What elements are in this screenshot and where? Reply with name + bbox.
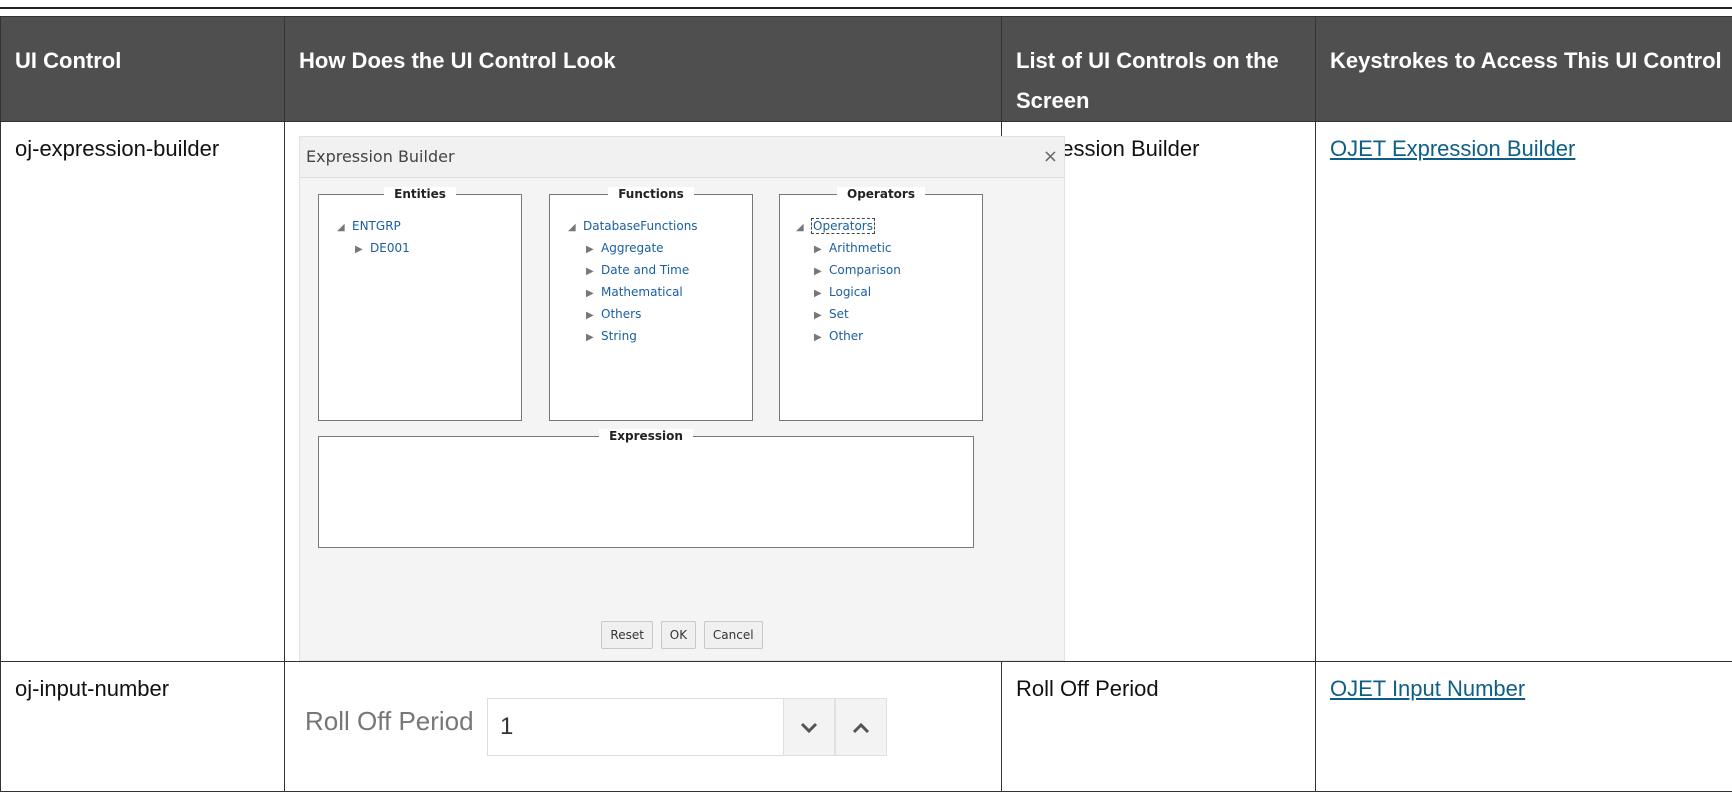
ok-button[interactable]: OK: [661, 621, 696, 649]
tree-node[interactable]: ▶Arithmetic: [778, 237, 901, 259]
cell-control: oj-expression-builder: [1, 122, 285, 662]
cell-list: Roll Off Period: [1002, 662, 1316, 792]
reset-button[interactable]: Reset: [601, 621, 653, 649]
collapse-triangle-icon[interactable]: ◢: [568, 217, 576, 239]
top-rule: [0, 7, 1732, 9]
header-look: How Does the UI Control Look: [285, 17, 1002, 122]
entities-tree: ◢ENTGRP ▶DE001: [319, 215, 410, 259]
cell-keystrokes: OJET Expression Builder: [1316, 122, 1732, 662]
header-keystrokes: Keystrokes to Access This UI Control: [1316, 17, 1732, 122]
operators-legend: Operators: [837, 187, 925, 201]
operators-tree: ◢Operators ▶Arithmetic ▶Comparison ▶Logi…: [778, 215, 901, 347]
chevron-up-icon[interactable]: [835, 698, 887, 756]
dialog-buttons: Reset OK Cancel: [300, 621, 1064, 649]
functions-panel: Functions ◢DatabaseFunctions ▶Aggregate …: [549, 194, 753, 421]
entities-panel: Entities ◢ENTGRP ▶DE001: [318, 194, 522, 421]
tree-node[interactable]: ▶Logical: [778, 281, 901, 303]
functions-legend: Functions: [608, 187, 694, 201]
tree-node[interactable]: ◢ENTGRP: [319, 215, 410, 237]
tree-node[interactable]: ▶Others: [550, 303, 698, 325]
header-row: UI Control How Does the UI Control Look …: [1, 17, 1732, 122]
ojet-expression-builder-link[interactable]: OJET Expression Builder: [1330, 136, 1575, 161]
expand-triangle-icon[interactable]: ▶: [814, 283, 822, 305]
expression-legend: Expression: [599, 429, 693, 443]
tree-node[interactable]: ▶Date and Time: [550, 259, 698, 281]
cell-keystrokes: OJET Input Number: [1316, 662, 1732, 792]
dialog-titlebar: Expression Builder ×: [300, 137, 1064, 178]
expand-triangle-icon[interactable]: ▶: [355, 239, 363, 261]
tree-node[interactable]: ▶String: [550, 325, 698, 347]
expression-panel[interactable]: Expression: [318, 436, 974, 548]
expand-triangle-icon[interactable]: ▶: [814, 327, 822, 349]
expand-triangle-icon[interactable]: ▶: [586, 261, 594, 283]
operators-panel: Operators ◢Operators ▶Arithmetic ▶Compar…: [779, 194, 983, 421]
tree-node[interactable]: ▶Mathematical: [550, 281, 698, 303]
header-ui-control: UI Control: [1, 17, 285, 122]
tree-node[interactable]: ▶Set: [778, 303, 901, 325]
tree-node[interactable]: ▶Other: [778, 325, 901, 347]
ojet-input-number-link[interactable]: OJET Input Number: [1330, 676, 1525, 701]
expand-triangle-icon[interactable]: ▶: [586, 239, 594, 261]
cell-look: Expression Builder × Entities ◢ENTGRP ▶D…: [285, 122, 1002, 662]
entities-legend: Entities: [384, 187, 456, 201]
functions-tree: ◢DatabaseFunctions ▶Aggregate ▶Date and …: [550, 215, 698, 347]
chevron-down-icon[interactable]: [783, 698, 835, 756]
collapse-triangle-icon[interactable]: ◢: [337, 217, 345, 239]
tree-node[interactable]: ◢DatabaseFunctions: [550, 215, 698, 237]
roll-off-period-label: Roll Off Period: [305, 706, 474, 737]
cell-control: oj-input-number: [1, 662, 285, 792]
dialog-title: Expression Builder: [306, 147, 455, 166]
expand-triangle-icon[interactable]: ▶: [586, 283, 594, 305]
tree-node[interactable]: ▶DE001: [319, 237, 410, 259]
expression-builder-dialog: Expression Builder × Entities ◢ENTGRP ▶D…: [299, 136, 1065, 661]
expand-triangle-icon[interactable]: ▶: [814, 261, 822, 283]
expand-triangle-icon[interactable]: ▶: [814, 239, 822, 261]
tree-node[interactable]: ◢Operators: [778, 215, 901, 237]
expand-triangle-icon[interactable]: ▶: [586, 305, 594, 327]
input-number-widget: Roll Off Period 1: [299, 676, 987, 752]
close-icon[interactable]: ×: [1043, 137, 1058, 177]
expand-triangle-icon[interactable]: ▶: [586, 327, 594, 349]
tree-node[interactable]: ▶Comparison: [778, 259, 901, 281]
ui-controls-table: UI Control How Does the UI Control Look …: [0, 16, 1732, 792]
cancel-button[interactable]: Cancel: [704, 621, 763, 649]
expand-triangle-icon[interactable]: ▶: [814, 305, 822, 327]
roll-off-period-input[interactable]: 1: [487, 698, 834, 756]
tree-node[interactable]: ▶Aggregate: [550, 237, 698, 259]
cell-look: Roll Off Period 1: [285, 662, 1002, 792]
table-row: oj-expression-builder Expression Builder…: [1, 122, 1732, 662]
collapse-triangle-icon[interactable]: ◢: [796, 217, 804, 239]
header-list: List of UI Controls on the Screen: [1002, 17, 1316, 122]
table-row: oj-input-number Roll Off Period 1 Roll O…: [1, 662, 1732, 792]
